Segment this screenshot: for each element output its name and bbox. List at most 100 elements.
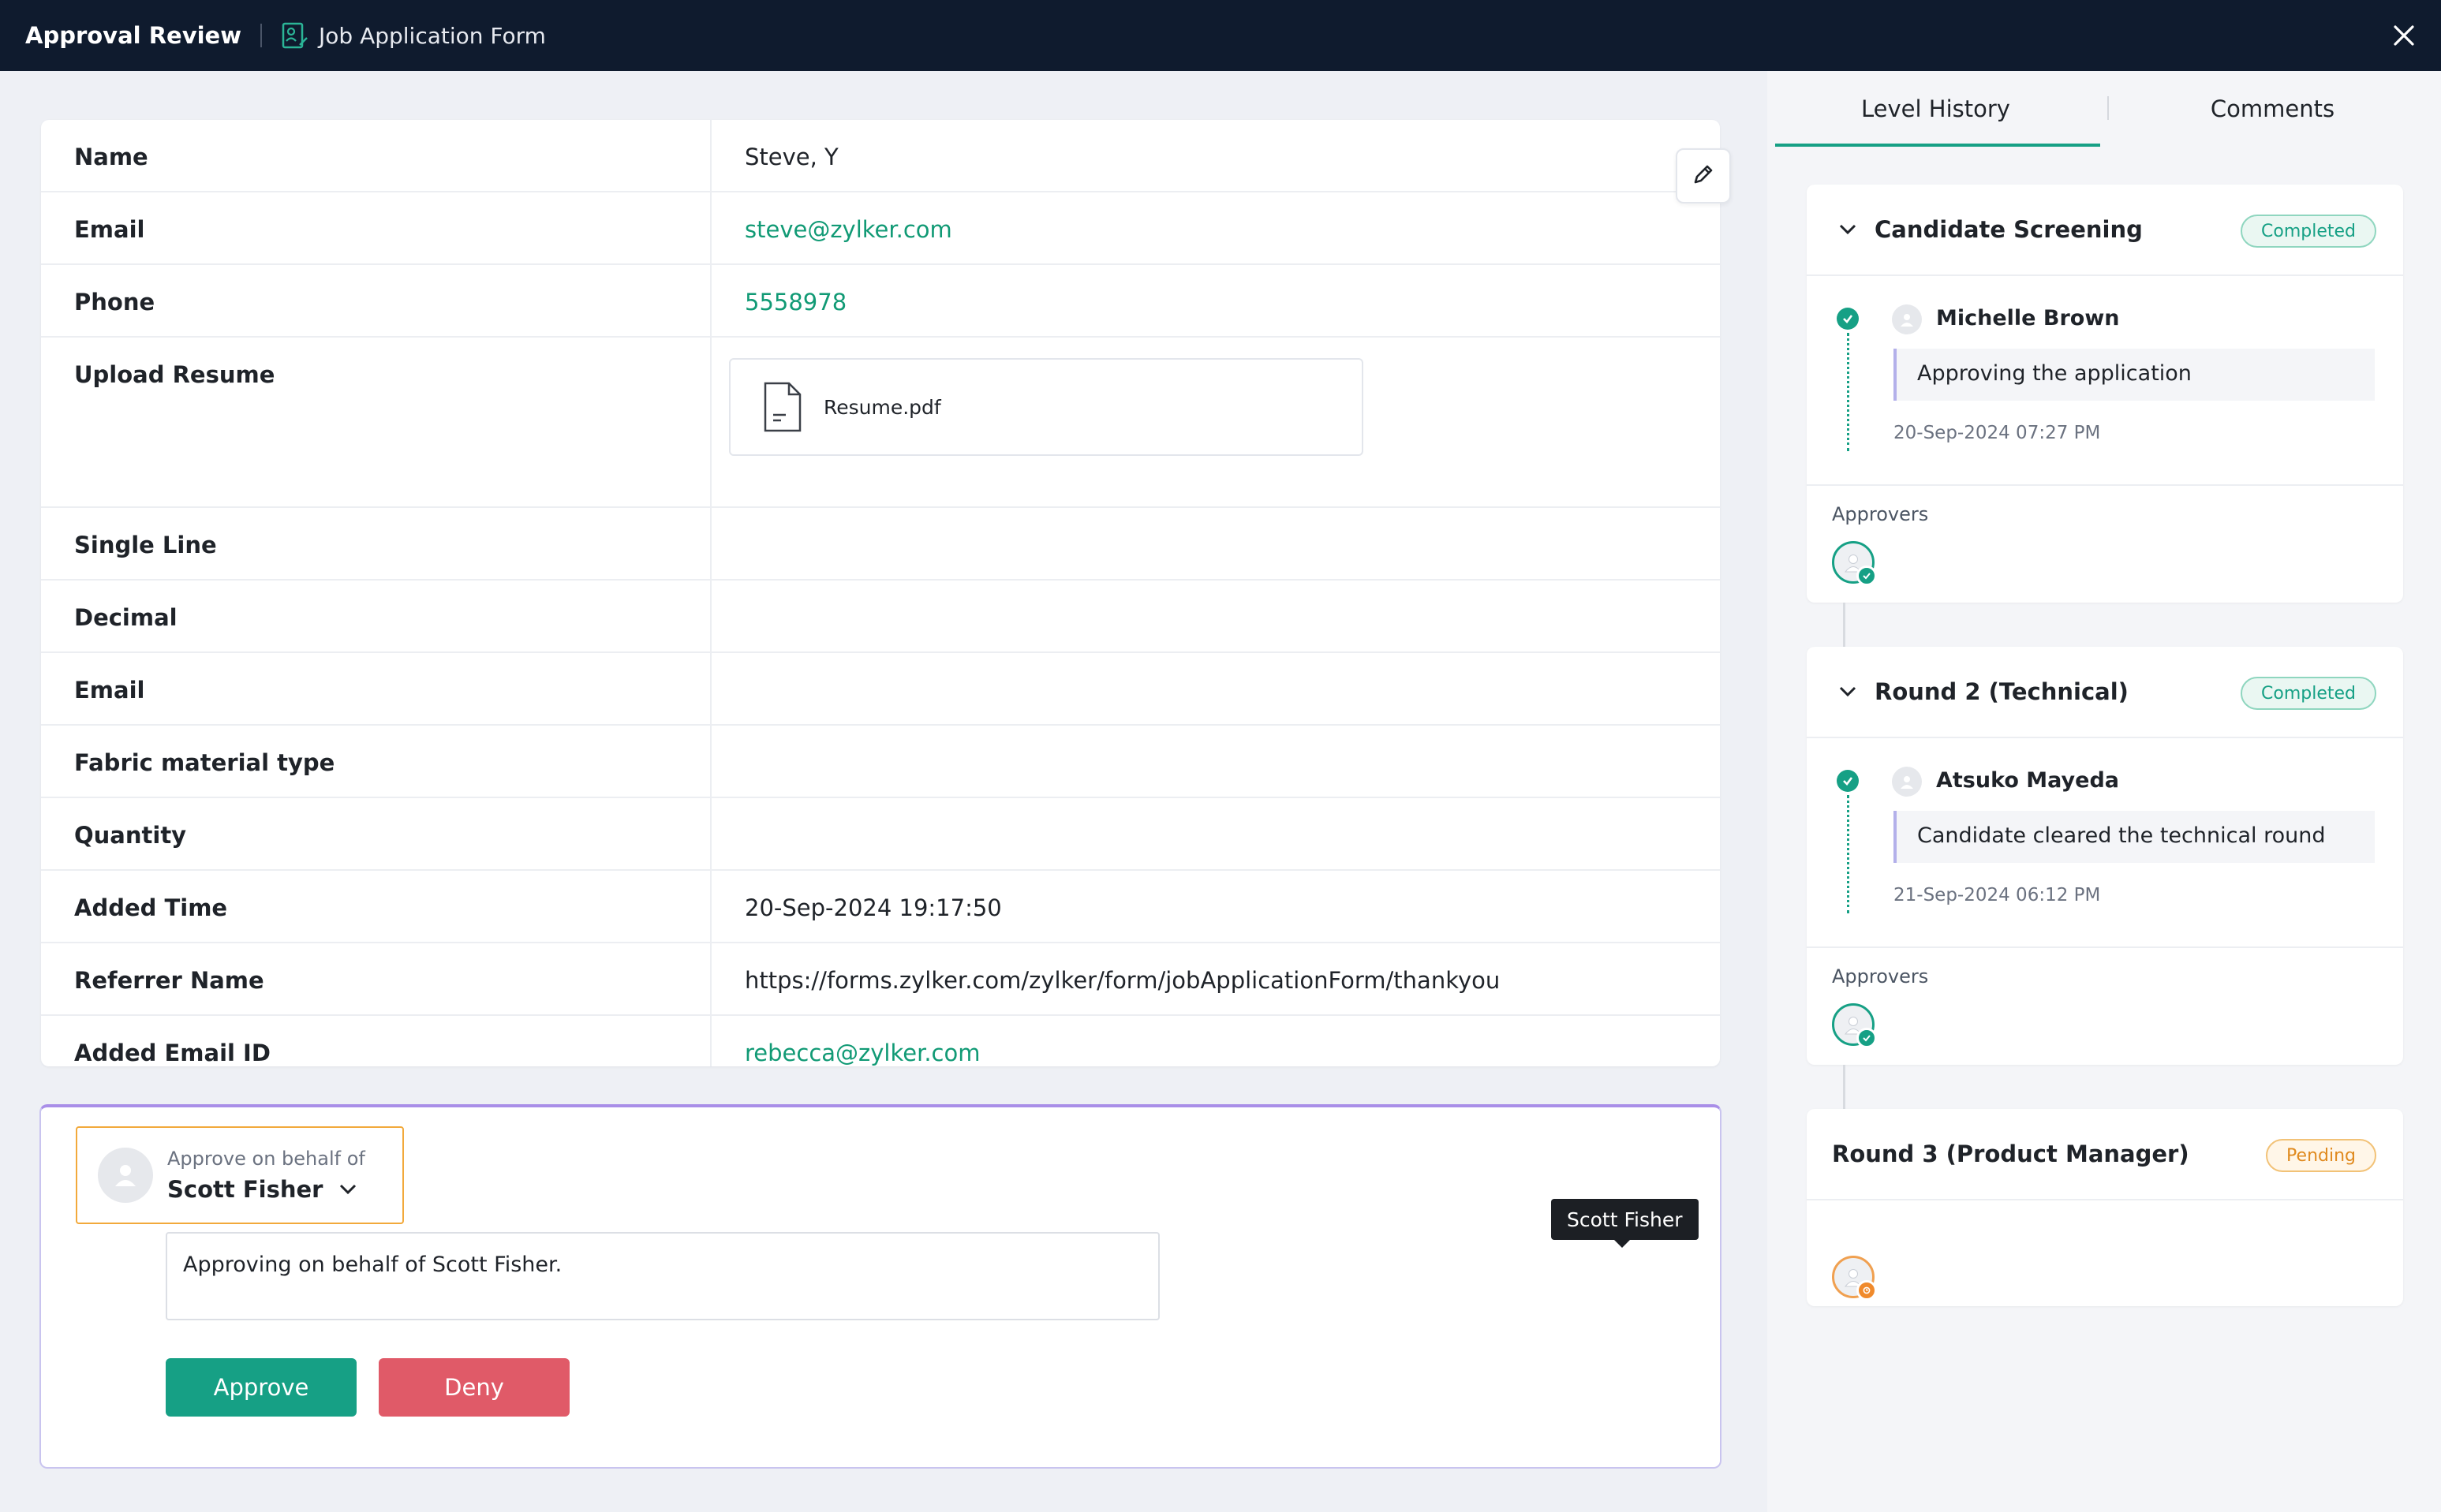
edit-button[interactable]	[1676, 148, 1731, 203]
approvers-section: Approvers	[1807, 948, 2403, 1063]
user-icon	[1892, 767, 1922, 797]
level-connector	[1843, 1065, 1845, 1109]
pencil-icon	[1691, 162, 1716, 190]
approver-tooltip: Scott Fisher	[1551, 1199, 1699, 1248]
table-row: Quantity	[41, 798, 1720, 871]
level-connector	[1843, 603, 1845, 647]
email-link[interactable]: steve@zylker.com	[712, 192, 1720, 263]
form-name: Job Application Form	[319, 22, 546, 49]
level-name: Candidate Screening	[1875, 216, 2143, 243]
approver-name: Atsuko Mayeda	[1936, 768, 2119, 793]
tab-comments[interactable]: Comments	[2104, 71, 2441, 147]
field-label: Email	[41, 192, 712, 263]
approve-on-behalf-select[interactable]: Approve on behalf of Scott Fisher	[76, 1126, 404, 1224]
field-label: Email	[41, 653, 712, 724]
record-details: Name Steve, Y Email steve@zylker.com Pho…	[41, 120, 1720, 1066]
approval-panel: Approve on behalf of Scott Fisher Approv…	[39, 1104, 1721, 1469]
tab-bar: Level History Comments	[1767, 71, 2441, 147]
file-name: Resume.pdf	[824, 395, 941, 419]
user-icon	[1892, 304, 1922, 334]
file-icon	[762, 381, 803, 433]
chevron-down-icon[interactable]	[1838, 685, 1857, 698]
field-value: Resume.pdf	[712, 338, 1720, 506]
field-label: Upload Resume	[41, 338, 712, 506]
approval-comment-input[interactable]: Approving on behalf of Scott Fisher.	[166, 1232, 1160, 1320]
table-row: Email steve@zylker.com	[41, 192, 1720, 265]
status-badge: Completed	[2241, 677, 2376, 710]
history-panel: Level History Comments Candidate Screeni…	[1767, 71, 2441, 1512]
status-badge: Completed	[2241, 215, 2376, 248]
approver-avatar[interactable]	[1832, 1256, 1877, 1301]
status-badge: Pending	[2266, 1139, 2376, 1172]
level-name: Round 2 (Technical)	[1875, 678, 2129, 705]
table-row: Single Line	[41, 508, 1720, 581]
table-row: Referrer Name https://forms.zylker.com/z…	[41, 943, 1720, 1016]
table-row: Phone 5558978	[41, 265, 1720, 338]
history-entry: Atsuko Mayeda Candidate cleared the tech…	[1807, 738, 2403, 948]
resume-file-card[interactable]: Resume.pdf	[729, 358, 1363, 456]
deny-button[interactable]: Deny	[379, 1358, 570, 1417]
approval-message: Candidate cleared the technical round	[1893, 811, 2375, 863]
table-row: Added Time 20-Sep-2024 19:17:50	[41, 871, 1720, 943]
field-label: Added Email ID	[41, 1016, 712, 1066]
behalf-caption: Approve on behalf of	[167, 1148, 365, 1170]
level-card: Round 3 (Product Manager) Pending	[1807, 1109, 2403, 1306]
field-label: Added Time	[41, 871, 712, 942]
chevron-down-icon	[338, 1183, 357, 1196]
field-value	[712, 798, 1720, 869]
check-icon	[1837, 770, 1859, 792]
approver-avatar[interactable]	[1832, 1003, 1877, 1048]
table-row: Added Email ID rebecca@zylker.com	[41, 1016, 1720, 1066]
level-card: Candidate Screening Completed Michelle B…	[1807, 185, 2403, 603]
field-label: Single Line	[41, 508, 712, 579]
user-icon	[98, 1148, 153, 1203]
chevron-down-icon[interactable]	[1838, 223, 1857, 236]
field-value: Steve, Y	[745, 144, 839, 170]
check-icon	[1837, 308, 1859, 330]
timeline-line	[1847, 333, 1849, 451]
page-title: Approval Review	[25, 22, 241, 49]
check-icon	[1856, 1028, 1877, 1048]
table-row: Email	[41, 653, 1720, 726]
tab-divider	[2107, 96, 2109, 120]
field-value	[712, 508, 1720, 579]
field-value	[712, 653, 1720, 724]
phone-link[interactable]: 5558978	[712, 265, 1720, 336]
level-name: Round 3 (Product Manager)	[1832, 1141, 2189, 1167]
field-value	[712, 726, 1720, 797]
behalf-name: Scott Fisher	[167, 1176, 323, 1203]
tab-level-history[interactable]: Level History	[1767, 71, 2104, 147]
table-row: Upload Resume Resume.pdf	[41, 338, 1720, 508]
approver-name: Michelle Brown	[1936, 306, 2120, 330]
field-label: Name	[41, 120, 712, 191]
approver-avatar[interactable]	[1832, 541, 1877, 586]
approve-button[interactable]: Approve	[166, 1358, 357, 1417]
behalf-user: Scott Fisher	[167, 1176, 365, 1203]
table-row: Name Steve, Y	[41, 120, 1720, 192]
check-icon	[1856, 566, 1877, 586]
level-header[interactable]: Round 2 (Technical) Completed	[1807, 647, 2403, 738]
field-value	[712, 581, 1720, 651]
history-entry: Michelle Brown Approving the application…	[1807, 276, 2403, 486]
approvers-label: Approvers	[1832, 503, 1929, 525]
close-icon[interactable]	[2386, 17, 2422, 54]
email-link[interactable]: rebecca@zylker.com	[712, 1016, 1720, 1066]
level-card: Round 2 (Technical) Completed Atsuko May…	[1807, 647, 2403, 1065]
field-value: https://forms.zylker.com/zylker/form/job…	[745, 967, 1501, 994]
timestamp: 20-Sep-2024 07:27 PM	[1893, 423, 2101, 443]
clock-icon	[1856, 1280, 1877, 1301]
form-icon	[281, 21, 309, 50]
approval-message: Approving the application	[1893, 349, 2375, 401]
field-value: 20-Sep-2024 19:17:50	[745, 894, 1002, 921]
timeline-line	[1847, 795, 1849, 913]
record-area: Name Steve, Y Email steve@zylker.com Pho…	[0, 71, 1767, 1512]
level-header[interactable]: Candidate Screening Completed	[1807, 185, 2403, 276]
field-label: Quantity	[41, 798, 712, 869]
field-label: Phone	[41, 265, 712, 336]
header-bar: Approval Review Job Application Form	[0, 0, 2441, 71]
field-label: Fabric material type	[41, 726, 712, 797]
approvers-section	[1807, 1200, 2403, 1316]
table-row: Fabric material type	[41, 726, 1720, 798]
approvers-section: Approvers	[1807, 486, 2403, 601]
level-header[interactable]: Round 3 (Product Manager) Pending	[1807, 1109, 2403, 1200]
